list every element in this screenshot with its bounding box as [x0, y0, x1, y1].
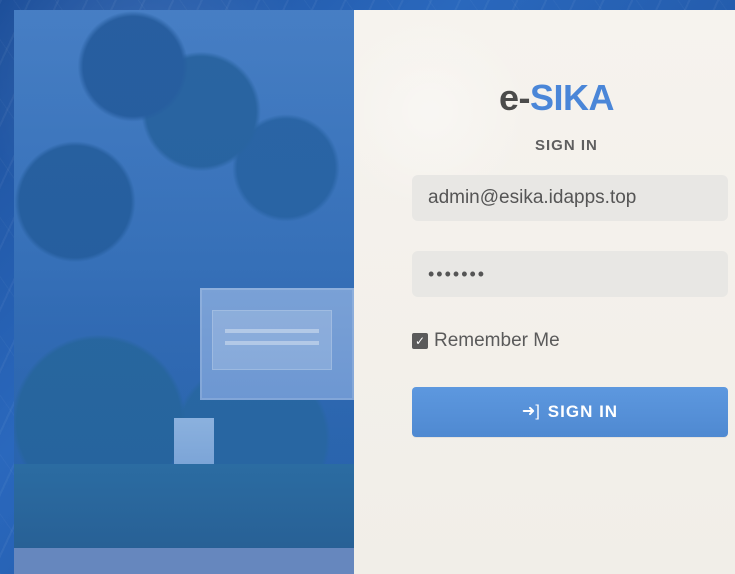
signin-heading: SIGN IN — [535, 137, 598, 154]
screen: e-SIKA SIGN IN admin@esika.idapps.top ••… — [0, 0, 735, 574]
password-value: ••••••• — [428, 263, 487, 284]
email-field[interactable]: admin@esika.idapps.top — [412, 175, 728, 221]
sign-panel — [212, 310, 332, 370]
building-sign — [200, 288, 354, 400]
remember-me-checkbox[interactable]: ✓ Remember Me — [412, 330, 560, 352]
sign-in-label: SIGN IN — [547, 402, 619, 421]
sign-in-button[interactable]: ➜] SIGN IN — [412, 387, 728, 437]
checkbox-icon: ✓ — [412, 333, 428, 349]
remember-me-label: Remember Me — [434, 330, 560, 351]
brand-suffix: SIKA — [530, 77, 615, 118]
road-area — [14, 548, 354, 574]
hero-photo — [14, 10, 354, 574]
app-title: e-SIKA — [499, 77, 615, 119]
email-value: admin@esika.idapps.top — [428, 187, 637, 208]
sign-in-icon: ➜] — [521, 403, 540, 420]
login-panel: e-SIKA SIGN IN admin@esika.idapps.top ••… — [354, 10, 735, 574]
password-field[interactable]: ••••••• — [412, 251, 728, 297]
brand-prefix: e- — [499, 77, 531, 118]
